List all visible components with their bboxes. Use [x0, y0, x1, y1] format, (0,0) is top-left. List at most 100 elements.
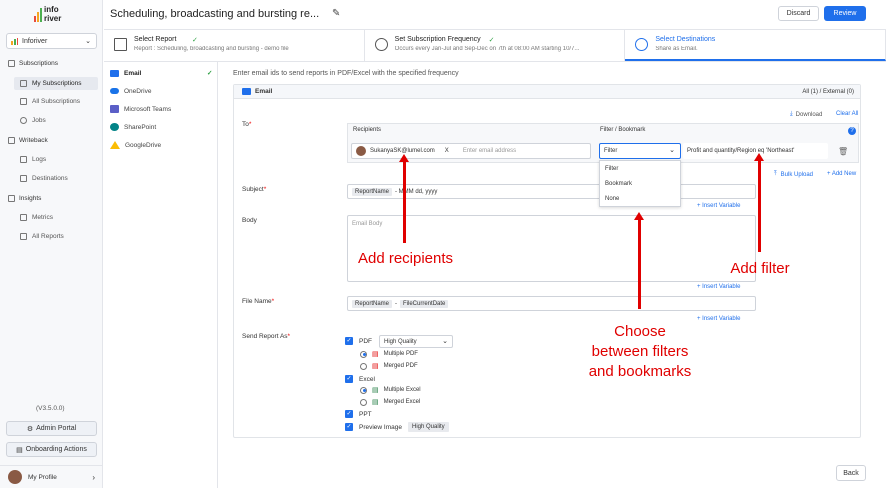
sidebar-item-label: All Reports: [32, 233, 64, 240]
separator: -: [395, 300, 398, 307]
sidebar-item-metrics[interactable]: Metrics: [14, 211, 98, 224]
multiple-pdf-radio[interactable]: ▤ Multiple PDF: [360, 350, 418, 358]
file-name-input[interactable]: ReportName - FileCurrentDate: [347, 296, 756, 311]
sidebar-item-all-reports[interactable]: All Reports: [14, 230, 98, 243]
merged-pdf-label: Merged PDF: [383, 363, 418, 369]
insert-variable-link[interactable]: + Insert Variable: [697, 284, 740, 290]
sidebar-item-logs[interactable]: Logs: [14, 153, 98, 166]
destination-onedrive[interactable]: OneDrive: [110, 84, 216, 98]
sidebar-item-all-subscriptions[interactable]: All Subscriptions: [14, 95, 98, 108]
intro-text: Enter email ids to send reports in PDF/E…: [233, 70, 459, 77]
sharepoint-icon: [110, 123, 119, 131]
pdf-option[interactable]: ✓ PDF: [345, 337, 372, 345]
onboarding-icon: ▤: [16, 446, 23, 454]
onboarding-actions-button[interactable]: ▤ Onboarding Actions: [6, 442, 97, 457]
pdf-label: PDF: [359, 337, 372, 345]
help-icon[interactable]: ?: [848, 127, 856, 135]
section-subscriptions: Subscriptions: [8, 60, 58, 67]
clear-all-link[interactable]: Clear All: [836, 111, 858, 117]
download-link[interactable]: ⤓ Download: [790, 111, 822, 118]
section-title: Email: [255, 88, 273, 95]
annotation-arrow-recipients: [399, 154, 409, 243]
excel-file-icon: ▤: [372, 399, 379, 406]
header: Scheduling, broadcasting and bursting re…: [104, 0, 886, 30]
pdf-quality-select[interactable]: High Quality ⌄: [379, 335, 453, 348]
destination-googledrive[interactable]: GoogleDrive: [110, 138, 216, 152]
workspace-icon: [11, 37, 18, 45]
check-circle-icon: ✓: [192, 37, 198, 44]
merged-pdf-radio[interactable]: ▤ Merged PDF: [360, 362, 418, 370]
step-frequency[interactable]: Set Subscription Frequency ✓ Occurs ever…: [365, 30, 626, 61]
variable-chip: ReportName: [352, 187, 393, 196]
bookmark-option[interactable]: Bookmark: [605, 181, 632, 187]
preview-quality-chip[interactable]: High Quality: [408, 422, 449, 432]
merged-excel-radio[interactable]: ▤ Merged Excel: [360, 398, 420, 406]
pdf-quality-value: High Quality: [384, 338, 417, 345]
annotation-arrow-filter: [754, 153, 764, 252]
logo-text-bottom: river: [44, 14, 62, 23]
insert-variable-link[interactable]: + Insert Variable: [697, 203, 740, 209]
checkbox-checked-icon: ✓: [345, 423, 353, 431]
sidebar-item-jobs[interactable]: Jobs: [14, 114, 98, 127]
recipients-input[interactable]: SukanyaSK@lumel.com X Enter email addres…: [351, 143, 591, 159]
workspace-select[interactable]: Inforiver ⌄: [6, 33, 97, 49]
discard-button[interactable]: Discard: [778, 6, 819, 21]
section-writeback: Writeback: [8, 137, 48, 144]
remove-recipient-button[interactable]: X: [445, 148, 449, 154]
trash-icon[interactable]: 🗑: [838, 147, 848, 156]
annotation-line: between filters: [591, 343, 689, 360]
sidebar-item-my-subscriptions[interactable]: My Subscriptions: [14, 77, 98, 90]
sidebar-item-label: Jobs: [32, 117, 46, 124]
preview-image-option[interactable]: ✓ Preview Image High Quality: [345, 422, 449, 432]
avatar: [356, 146, 366, 156]
chart-icon: [20, 214, 27, 221]
destination-label: Email: [124, 69, 142, 77]
multiple-excel-radio[interactable]: ▤ Multiple Excel: [360, 386, 421, 394]
destination-email[interactable]: Email ✓: [110, 66, 216, 80]
email-placeholder: Enter email address: [462, 148, 517, 154]
page-title: Scheduling, broadcasting and bursting re…: [110, 8, 320, 20]
radio-selected-icon: [360, 386, 367, 394]
radio-selected-icon: [360, 350, 367, 358]
ppt-option[interactable]: ✓ PPT: [345, 410, 372, 418]
mail-icon: [242, 88, 251, 95]
filter-option[interactable]: Filter: [605, 166, 618, 172]
step-subtitle: Occurs every Jan-Jul and Sep-Dec on 7th …: [394, 46, 580, 52]
destination-teams[interactable]: Microsoft Teams: [110, 102, 216, 116]
edit-icon[interactable]: ✎: [332, 8, 340, 19]
clock-icon: [374, 38, 388, 51]
excel-option[interactable]: ✓ Excel: [345, 375, 375, 383]
subject-input[interactable]: ReportName - MMM dd, yyyy: [347, 184, 756, 199]
sidebar-item-label: Logs: [32, 156, 47, 163]
back-button[interactable]: Back: [836, 465, 866, 481]
download-label: Download: [795, 111, 823, 118]
none-option[interactable]: None: [605, 196, 619, 202]
variable-chip: FileCurrentDate: [400, 299, 449, 308]
section-label: Subscriptions: [19, 60, 59, 67]
add-new-link[interactable]: + Add New: [827, 171, 856, 177]
step-destinations[interactable]: Select Destinations Share as Email.: [625, 30, 886, 61]
filter-header: Filter / Bookmark: [600, 127, 646, 133]
check-circle-icon: ✓: [488, 37, 495, 44]
multiple-pdf-label: Multiple PDF: [383, 351, 418, 357]
review-button[interactable]: Review: [824, 6, 866, 21]
step-select-report[interactable]: Select Report ✓ Report : Scheduling, bro…: [104, 30, 365, 61]
filter-select[interactable]: Filter ⌄: [599, 143, 681, 159]
admin-icon: ⚙: [26, 425, 34, 433]
admin-portal-button[interactable]: ⚙ Admin Portal: [6, 421, 97, 436]
destination-sharepoint[interactable]: SharePoint: [110, 120, 216, 134]
logo-text-top: info: [44, 5, 59, 14]
pdf-file-icon: ▤: [372, 351, 379, 358]
list-icon: [20, 98, 27, 105]
profile-menu[interactable]: My Profile ›: [0, 465, 103, 488]
sidebar: info river Inforiver ⌄ Subscriptions My …: [0, 0, 103, 488]
step-subtitle: Report : Scheduling, broadcasting and bu…: [134, 46, 289, 52]
clock-icon: [20, 117, 27, 124]
chevron-down-icon: ⌄: [85, 38, 91, 45]
cloud-icon: [635, 38, 649, 51]
step-title: Select Report: [134, 36, 177, 43]
email-section-header: Email: [242, 88, 272, 95]
inforiver-logo[interactable]: info river: [32, 4, 76, 26]
sidebar-item-destinations[interactable]: Destinations: [14, 172, 98, 185]
bulk-upload-link[interactable]: ⤒ Bulk Upload: [774, 171, 813, 178]
